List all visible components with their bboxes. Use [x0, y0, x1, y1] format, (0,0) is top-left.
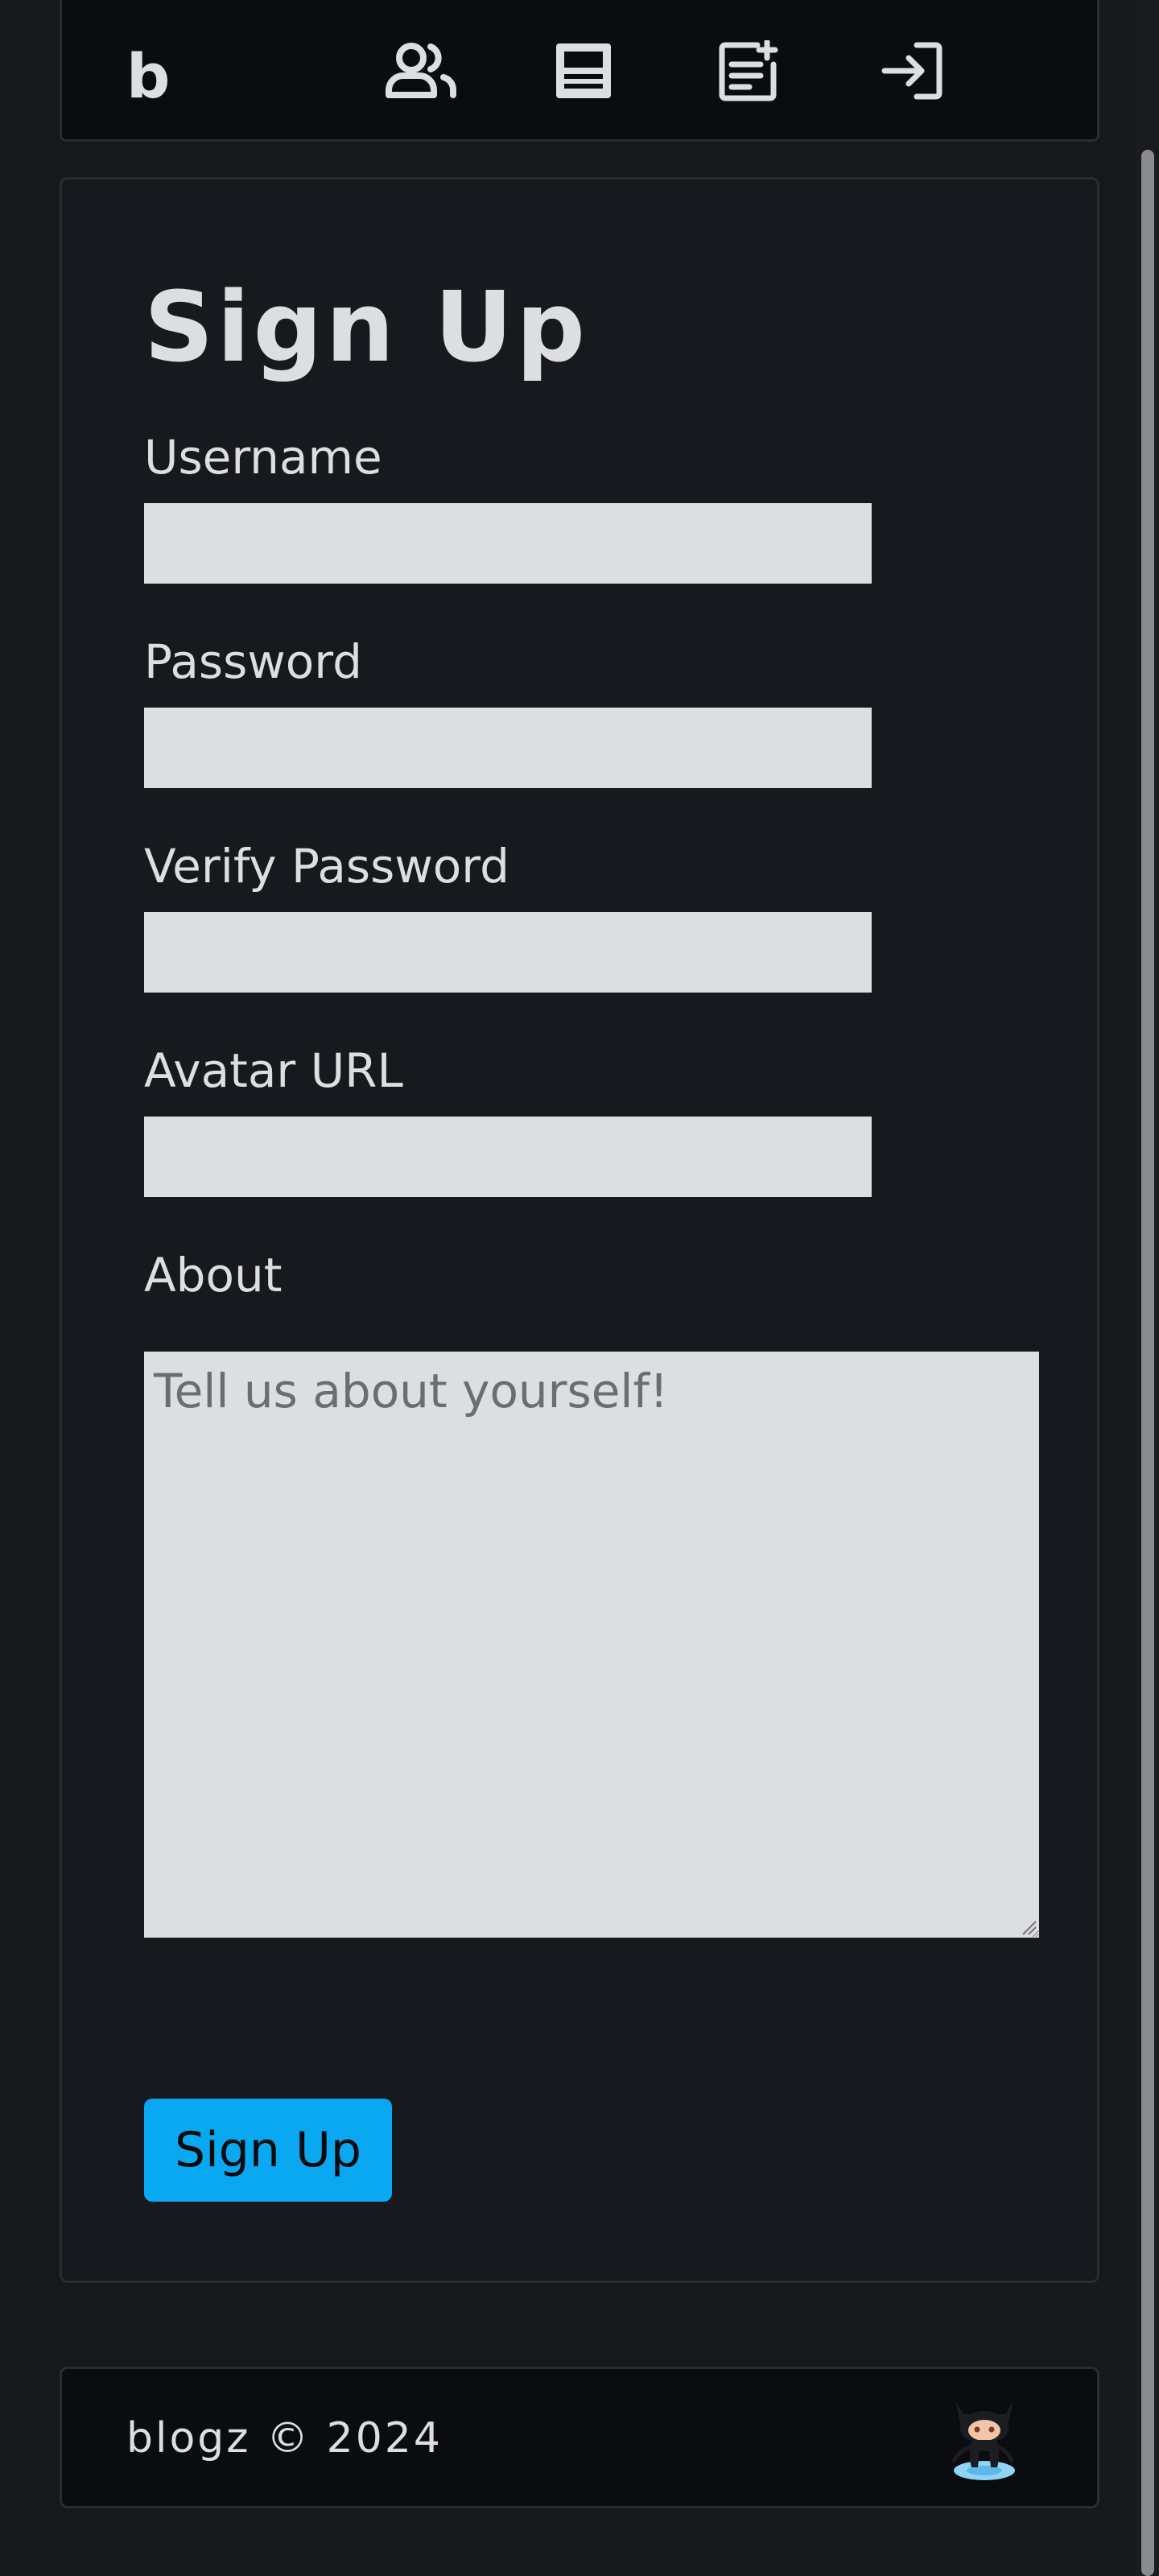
about-label: About [144, 1248, 283, 1302]
resize-handle-icon[interactable] [1020, 1918, 1037, 1936]
posts-icon[interactable] [542, 32, 625, 109]
avatar-url-input[interactable] [144, 1117, 872, 1197]
username-label: Username [144, 430, 382, 485]
page-title: Sign Up [144, 272, 589, 384]
scrollbar-track[interactable] [1135, 0, 1159, 2576]
github-octocat-icon[interactable] [936, 2387, 1033, 2487]
users-icon[interactable] [379, 32, 463, 109]
avatar-url-label: Avatar URL [144, 1043, 403, 1098]
password-label: Password [144, 634, 362, 689]
new-post-icon[interactable] [706, 32, 790, 109]
footer-copyright: blogz © 2024 [126, 2414, 443, 2462]
scrollbar-thumb[interactable] [1141, 150, 1154, 2576]
footer: blogz © 2024 [60, 2367, 1099, 2508]
sign-up-button[interactable]: Sign Up [144, 2099, 392, 2202]
verify-password-input[interactable] [144, 912, 872, 993]
username-input[interactable] [144, 503, 872, 584]
brand-logo[interactable]: b [126, 40, 170, 113]
about-textarea[interactable] [144, 1352, 1039, 1938]
page: b Sign Up Username Password Verify Passw… [0, 0, 1159, 2576]
password-input[interactable] [144, 708, 872, 788]
top-navbar: b [60, 0, 1099, 142]
login-icon[interactable] [870, 32, 954, 109]
signup-card: Sign Up Username Password Verify Passwor… [60, 177, 1099, 2283]
verify-password-label: Verify Password [144, 839, 509, 894]
